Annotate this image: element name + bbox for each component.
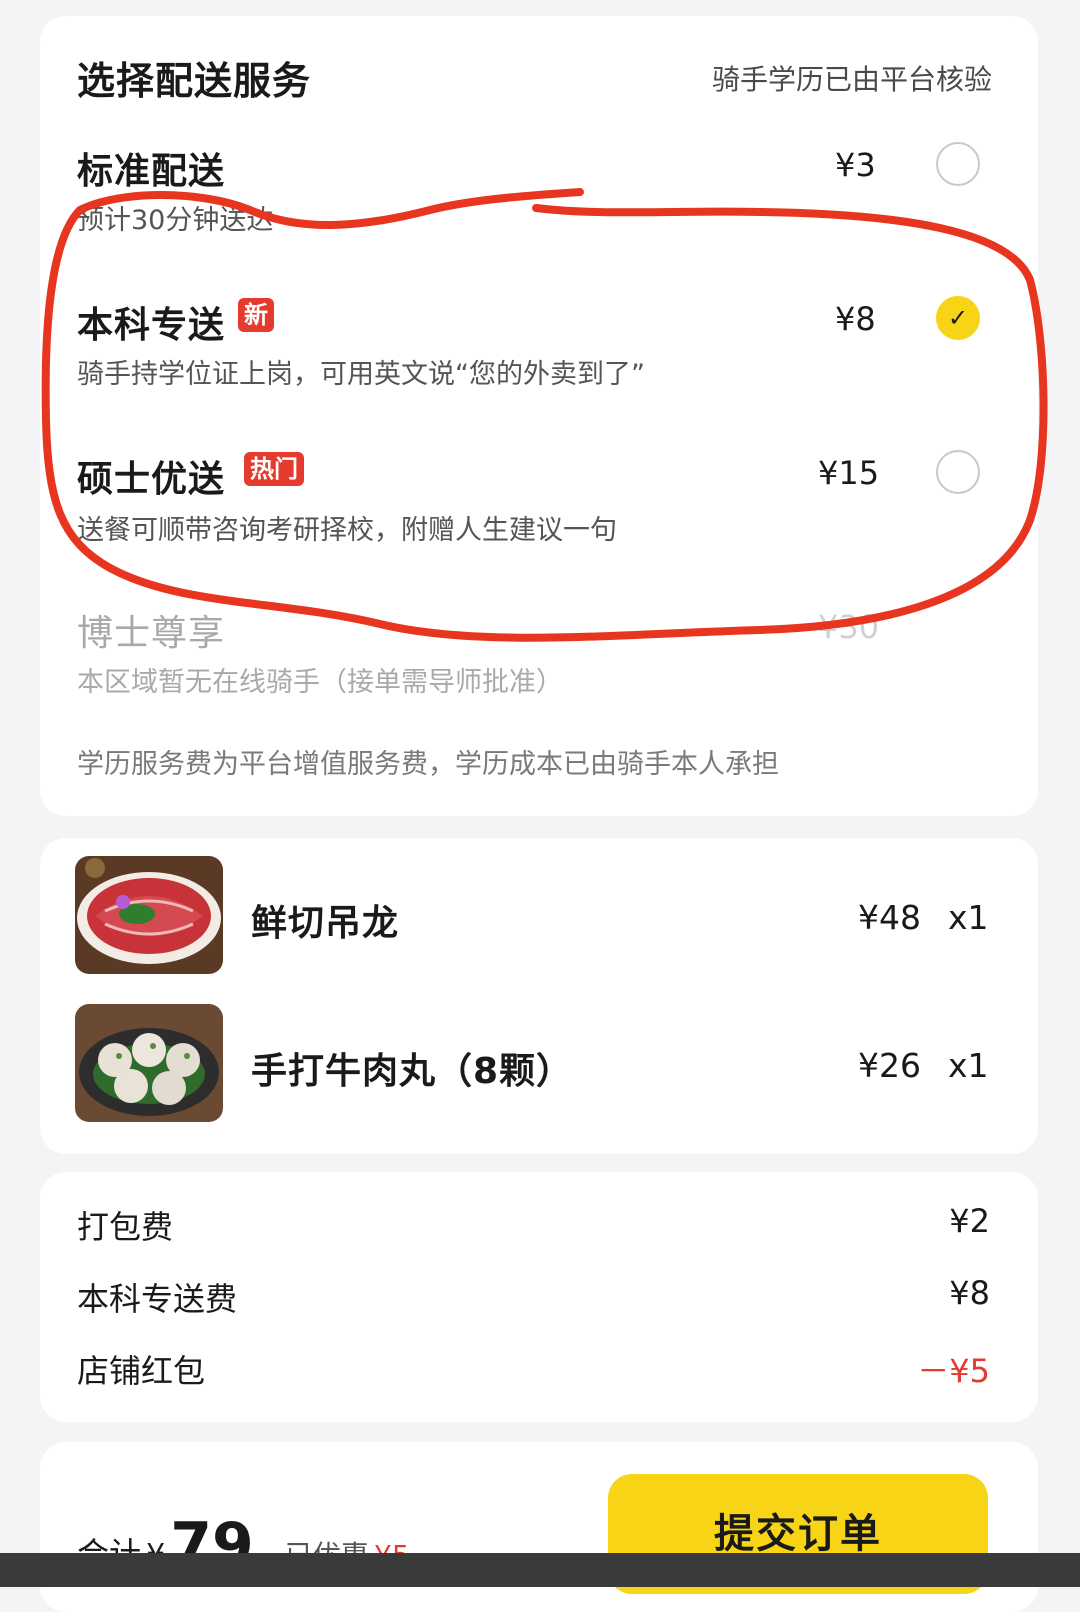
item-name: 手打牛肉丸（8颗） bbox=[251, 1051, 574, 1092]
fee-value-discount: －¥5 bbox=[917, 1352, 990, 1390]
option-desc: 送餐可顺带咨询考研择校，附赠人生建议一句 bbox=[77, 515, 617, 546]
item-qty: x1 bbox=[948, 898, 989, 937]
option-name: 本科专送 bbox=[77, 305, 226, 346]
radio-bachelor-selected[interactable]: ✓ bbox=[936, 296, 980, 340]
option-desc: 骑手持学位证上岗，可用英文说“您的外卖到了” bbox=[77, 359, 645, 390]
hot-badge: 热门 bbox=[244, 452, 304, 486]
option-price: ¥30 bbox=[818, 608, 880, 646]
option-name: 硕士优送 bbox=[77, 459, 226, 500]
option-name: 博士尊享 bbox=[77, 613, 226, 654]
rider-verify-note: 骑手学历已由平台核验 bbox=[711, 63, 992, 96]
delivery-title: 选择配送服务 bbox=[77, 59, 312, 103]
service-fee-footnote: 学历服务费为平台增值服务费，学历成本已由骑手本人承担 bbox=[77, 749, 779, 780]
bottom-edge bbox=[0, 1553, 1080, 1587]
item-price: ¥48 bbox=[858, 898, 921, 937]
new-badge: 新 bbox=[238, 298, 274, 332]
fee-value: ¥2 bbox=[949, 1202, 990, 1240]
option-price: ¥8 bbox=[835, 300, 876, 338]
fee-label: 店铺红包 bbox=[77, 1352, 206, 1390]
check-icon: ✓ bbox=[947, 304, 969, 332]
radio-master[interactable] bbox=[936, 450, 980, 494]
option-desc: 预计30分钟送达 bbox=[77, 205, 274, 236]
option-name: 标准配送 bbox=[77, 151, 226, 192]
fee-value: ¥8 bbox=[949, 1274, 990, 1312]
option-desc: 本区域暂无在线骑手（接单需导师批准） bbox=[77, 667, 563, 698]
order-items-card: 鲜切吊龙 ¥48 x1 手打牛肉丸（8颗） ¥26 x1 bbox=[40, 838, 1038, 1154]
beef-balls-plate-icon bbox=[75, 1004, 223, 1122]
item-name: 鲜切吊龙 bbox=[251, 903, 400, 944]
option-price: ¥3 bbox=[835, 146, 876, 184]
fee-label: 打包费 bbox=[77, 1208, 174, 1246]
delivery-service-card: 选择配送服务 骑手学历已由平台核验 标准配送 预计30分钟送达 ¥3 本科专送 … bbox=[40, 16, 1038, 816]
item-price: ¥26 bbox=[858, 1046, 921, 1085]
sliced-beef-plate-icon bbox=[75, 856, 223, 974]
radio-standard[interactable] bbox=[936, 142, 980, 186]
option-price: ¥15 bbox=[818, 454, 880, 492]
item-qty: x1 bbox=[948, 1046, 989, 1085]
fee-label: 本科专送费 bbox=[77, 1280, 238, 1318]
fees-card: 打包费 ¥2 本科专送费 ¥8 店铺红包 －¥5 bbox=[40, 1172, 1038, 1422]
